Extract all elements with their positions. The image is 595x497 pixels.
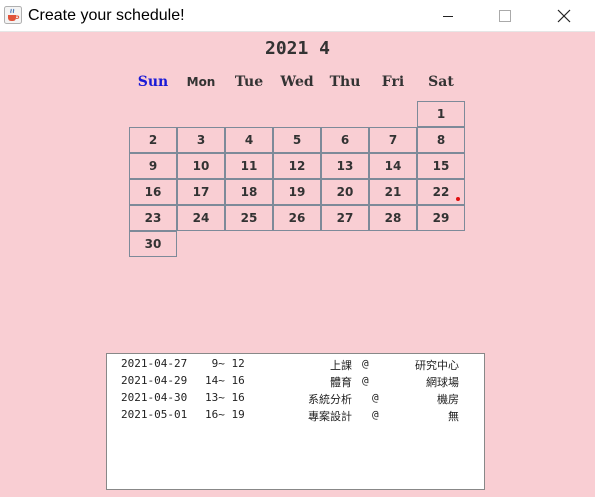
maximize-icon bbox=[499, 9, 511, 22]
day-cell-28[interactable]: 28 bbox=[369, 205, 417, 231]
day-cell-3[interactable]: 3 bbox=[177, 127, 225, 153]
schedule-course: 上課 bbox=[330, 359, 352, 372]
schedule-place: 網球場 bbox=[426, 376, 459, 389]
day-cell-24[interactable]: 24 bbox=[177, 205, 225, 231]
day-cell-22[interactable]: 22 bbox=[417, 179, 465, 205]
day-cell-10[interactable]: 10 bbox=[177, 153, 225, 179]
day-cell-23[interactable]: 23 bbox=[129, 205, 177, 231]
schedule-at: @ bbox=[372, 408, 379, 421]
schedule-place: 無 bbox=[448, 410, 459, 423]
schedule-list[interactable]: 2021-04-27 9~ 12 上課 @ 研究中心 2021-04-29 14~ 16 體… bbox=[106, 353, 485, 490]
day-cell-6[interactable]: 6 bbox=[321, 127, 369, 153]
schedule-date: 2021-04-29 bbox=[121, 374, 188, 387]
close-button[interactable] bbox=[540, 0, 588, 31]
schedule-row[interactable]: 2021-04-27 9~ 12 上課 @ 研究中心 bbox=[107, 357, 486, 374]
weekday-mon: Mon bbox=[186, 75, 216, 89]
minimize-button[interactable] bbox=[424, 0, 472, 31]
schedule-row[interactable]: 2021-04-29 14~ 16 體育 @ 網球場 bbox=[107, 374, 486, 391]
day-cell-11[interactable]: 11 bbox=[225, 153, 273, 179]
schedule-at: @ bbox=[372, 391, 379, 404]
day-cell-4[interactable]: 4 bbox=[225, 127, 273, 153]
title-bar: Create your schedule! bbox=[0, 0, 595, 32]
schedule-course: 專案設計 bbox=[308, 410, 352, 423]
schedule-time: 16~ 19 bbox=[205, 408, 245, 421]
day-cell-7[interactable]: 7 bbox=[369, 127, 417, 153]
day-cell-16[interactable]: 16 bbox=[129, 179, 177, 205]
schedule-place: 研究中心 bbox=[415, 359, 459, 372]
schedule-at: @ bbox=[362, 357, 369, 370]
schedule-row[interactable]: 2021-05-01 16~ 19 專案設計 @ 無 bbox=[107, 408, 486, 425]
day-cell-15[interactable]: 15 bbox=[417, 153, 465, 179]
weekday-thu: Thu bbox=[329, 74, 361, 90]
weekday-sat: Sat bbox=[428, 74, 454, 90]
day-cell-1[interactable]: 1 bbox=[417, 101, 465, 127]
schedule-place: 機房 bbox=[437, 393, 459, 406]
schedule-date: 2021-04-27 bbox=[121, 357, 188, 370]
day-cell-27[interactable]: 27 bbox=[321, 205, 369, 231]
schedule-time: 9~ 12 bbox=[205, 357, 245, 370]
java-cup-icon bbox=[4, 6, 22, 24]
day-cell-12[interactable]: 12 bbox=[273, 153, 321, 179]
day-cell-18[interactable]: 18 bbox=[225, 179, 273, 205]
day-cell-30[interactable]: 30 bbox=[129, 231, 177, 257]
day-cell-14[interactable]: 14 bbox=[369, 153, 417, 179]
day-cell-2[interactable]: 2 bbox=[129, 127, 177, 153]
day-cell-26[interactable]: 26 bbox=[273, 205, 321, 231]
schedule-course: 系統分析 bbox=[308, 393, 352, 406]
weekday-fri: Fri bbox=[381, 74, 405, 90]
day-cell-21[interactable]: 21 bbox=[369, 179, 417, 205]
minimize-icon bbox=[443, 15, 453, 17]
day-cell-25[interactable]: 25 bbox=[225, 205, 273, 231]
schedule-at: @ bbox=[362, 374, 369, 387]
day-cell-8[interactable]: 8 bbox=[417, 127, 465, 153]
day-cell-19[interactable]: 19 bbox=[273, 179, 321, 205]
day-cell-13[interactable]: 13 bbox=[321, 153, 369, 179]
day-cell-9[interactable]: 9 bbox=[129, 153, 177, 179]
close-icon bbox=[557, 9, 571, 22]
schedule-course: 體育 bbox=[330, 376, 352, 389]
schedule-time: 14~ 16 bbox=[205, 374, 245, 387]
weekday-sun: Sun bbox=[137, 74, 169, 90]
schedule-row[interactable]: 2021-04-30 13~ 16 系統分析 @ 機房 bbox=[107, 391, 486, 408]
schedule-date: 2021-04-30 bbox=[121, 391, 188, 404]
calendar-month-title: 2021 4 bbox=[264, 38, 331, 59]
day-cell-5[interactable]: 5 bbox=[273, 127, 321, 153]
day-cell-20[interactable]: 20 bbox=[321, 179, 369, 205]
window-title: Create your schedule! bbox=[28, 7, 185, 24]
schedule-date: 2021-05-01 bbox=[121, 408, 188, 421]
maximize-button[interactable] bbox=[481, 0, 529, 31]
day-cell-29[interactable]: 29 bbox=[417, 205, 465, 231]
weekday-tue: Tue bbox=[234, 74, 264, 90]
day-cell-17[interactable]: 17 bbox=[177, 179, 225, 205]
weekday-wed: Wed bbox=[280, 74, 314, 90]
schedule-time: 13~ 16 bbox=[205, 391, 245, 404]
event-marker-dot bbox=[456, 197, 460, 201]
